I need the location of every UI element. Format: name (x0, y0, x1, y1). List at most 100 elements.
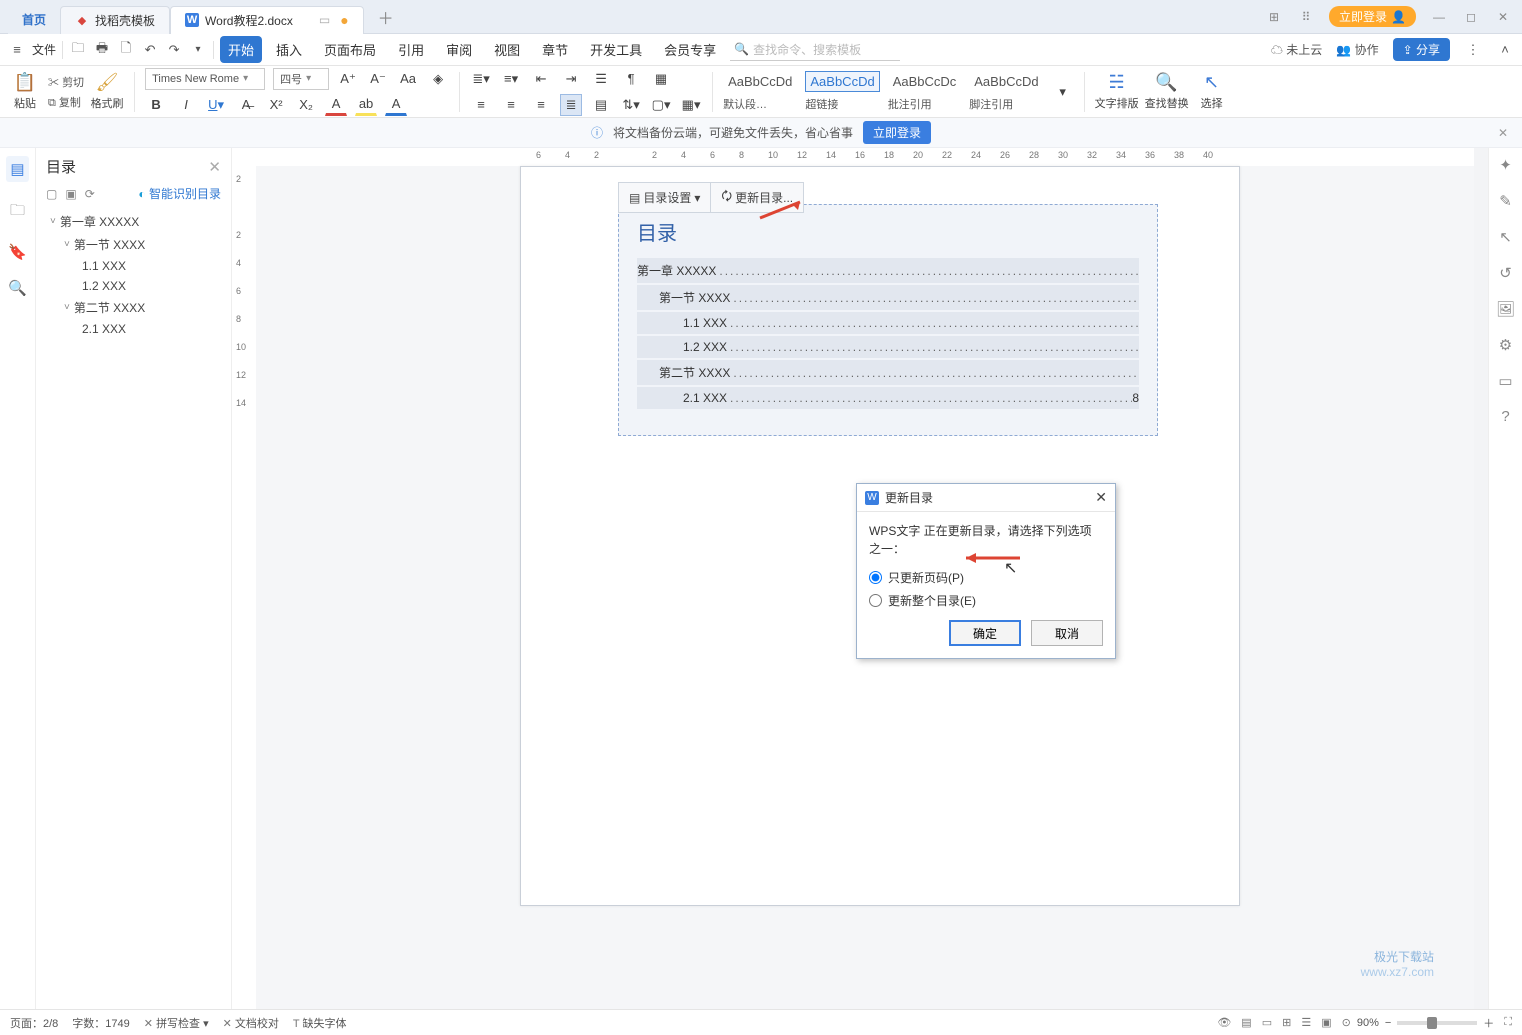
indent-inc-button[interactable]: ⇥ (560, 68, 582, 90)
banner-login-button[interactable]: 立即登录 (863, 121, 931, 144)
toc-block[interactable]: 目录 第一章 XXXXX............................… (618, 204, 1158, 436)
menu-review[interactable]: 审阅 (438, 36, 480, 63)
italic-button[interactable]: I (175, 94, 197, 116)
font-color2-button[interactable]: A (385, 94, 407, 116)
menu-section[interactable]: 章节 (534, 36, 576, 63)
fullscreen-icon[interactable]: ⛶ (1504, 1016, 1512, 1029)
tab-menu-icon[interactable]: ▭ (319, 13, 330, 27)
scrollbar[interactable] (1474, 148, 1488, 1009)
more-icon[interactable]: ⋮ (1464, 42, 1482, 58)
align-left-button[interactable]: ≡ (470, 94, 492, 116)
rail-image-icon[interactable]: 🖼 (1496, 300, 1515, 318)
search-rail-icon[interactable]: 🔍 (8, 279, 27, 297)
smart-toc-button[interactable]: ◐ 智能识别目录 (138, 185, 221, 202)
app-grid-icon[interactable]: ⊞ (1265, 10, 1283, 24)
file-menu[interactable]: 文件 (32, 41, 56, 58)
highlight-button[interactable]: ab (355, 94, 377, 116)
collapse-ribbon-icon[interactable]: ˄ (1496, 42, 1514, 57)
distribute-button[interactable]: ▤ (590, 94, 612, 116)
paste-button[interactable]: 📋粘贴 (8, 69, 42, 115)
zoom-control[interactable]: ⊙ 90% − ＋ (1342, 1015, 1495, 1031)
rail-help-icon[interactable]: ? (1501, 408, 1509, 425)
not-cloud[interactable]: ☁ 未上云 (1271, 41, 1322, 58)
change-case-button[interactable]: Aa (397, 68, 419, 90)
nav-item[interactable]: ˅第一章 XXXXX (46, 210, 221, 233)
text-layout-button[interactable]: ☵文字排版 (1095, 69, 1139, 115)
save-icon[interactable]: 🗀 (69, 39, 87, 61)
rail-history-icon[interactable]: ↺ (1499, 264, 1512, 282)
font-size-select[interactable]: 四号▾ (273, 68, 329, 90)
font-family-select[interactable]: Times New Rome▾ (145, 68, 265, 90)
font-color-button[interactable]: A (325, 94, 347, 116)
view-page-icon[interactable]: ▤ (1241, 1016, 1251, 1029)
numbering-button[interactable]: ≡▾ (500, 68, 522, 90)
align-center-button[interactable]: ≡ (500, 94, 522, 116)
nav-pane-icon[interactable]: ▤ (6, 156, 28, 182)
clear-format-button[interactable]: ◈ (427, 68, 449, 90)
redo-icon[interactable]: ↷ (165, 42, 183, 58)
menu-layout[interactable]: 页面布局 (316, 36, 384, 63)
superscript-button[interactable]: X² (265, 94, 287, 116)
cancel-button[interactable]: 取消 (1031, 620, 1103, 646)
toc-line[interactable]: 1.2 XXX.................................… (637, 336, 1139, 358)
toc-line[interactable]: 1.1 XXX.................................… (637, 312, 1139, 334)
bold-button[interactable]: B (145, 94, 167, 116)
style-more-button[interactable]: ▾ (1052, 81, 1074, 103)
missing-font[interactable]: T 缺失字体 (293, 1015, 347, 1031)
toc-line[interactable]: 第一章 XXXXX...............................… (637, 258, 1139, 283)
ok-button[interactable]: 确定 (949, 620, 1021, 646)
style-hyperlink[interactable]: AaBbCcDd超链接 (805, 71, 879, 112)
preview-icon[interactable]: 🗋 (117, 39, 135, 61)
zoom-in-button[interactable]: ＋ (1483, 1015, 1494, 1031)
subscript-button[interactable]: X₂ (295, 94, 317, 116)
underline-button[interactable]: U▾ (205, 94, 227, 116)
undo-icon[interactable]: ↶ (141, 42, 159, 58)
menu-start[interactable]: 开始 (220, 36, 262, 63)
menu-member[interactable]: 会员专享 (656, 36, 724, 63)
dropdown-icon[interactable]: ▾ (189, 44, 207, 55)
menu-view[interactable]: 视图 (486, 36, 528, 63)
toc-line[interactable]: 第二节 XXXX................................… (637, 360, 1139, 385)
share-button[interactable]: ⇪ 分享 (1393, 38, 1450, 61)
toc-line[interactable]: 第一节 XXXX................................… (637, 285, 1139, 310)
view-read-icon[interactable]: ▭ (1262, 1016, 1272, 1029)
nav-item[interactable]: ˅第二节 XXXX (46, 296, 221, 319)
rail-pen-icon[interactable]: ✎ (1499, 192, 1512, 210)
strike-button[interactable]: A̶ (235, 94, 257, 116)
rail-book-icon[interactable]: ▭ (1498, 372, 1512, 390)
search-command[interactable]: 🔍 查找命令、搜索模板 (730, 39, 900, 61)
chevron-down-icon[interactable]: ˅ (64, 302, 70, 313)
banner-close-button[interactable]: ✕ (1498, 126, 1508, 140)
format-painter-button[interactable]: 🖌格式刷 (90, 69, 124, 115)
collab[interactable]: 👥 协作 (1336, 41, 1378, 58)
zoom-out-button[interactable]: − (1385, 1017, 1391, 1029)
zoom-fit-icon[interactable]: ⊙ (1342, 1016, 1351, 1029)
radio-pages[interactable] (869, 571, 882, 584)
nav-item[interactable]: 1.2 XXX (46, 276, 221, 296)
nav-item[interactable]: ˅第一节 XXXX (46, 233, 221, 256)
tab-document[interactable]: W Word教程2.docx ▭ ● (170, 6, 364, 34)
rail-cursor-icon[interactable]: ↖ (1499, 228, 1512, 246)
minimize-button[interactable]: — (1430, 10, 1448, 24)
indent-dec-button[interactable]: ⇤ (530, 68, 552, 90)
style-default[interactable]: AaBbCcDd默认段… (723, 71, 797, 112)
border-button[interactable]: ▦ (650, 68, 672, 90)
rail-sparkle-icon[interactable]: ✦ (1499, 156, 1512, 174)
chevron-down-icon[interactable]: ˅ (50, 216, 56, 227)
rail-gear-icon[interactable]: ⚙ (1499, 336, 1512, 354)
print-icon[interactable]: 🖶 (93, 39, 111, 61)
toc-line[interactable]: 2.1 XXX.................................… (637, 387, 1139, 409)
radio-all[interactable] (869, 594, 882, 607)
eye-icon[interactable]: 👁 (1217, 1016, 1231, 1029)
status-words[interactable]: 字数：1749 (72, 1015, 129, 1031)
tab-template[interactable]: ◆ 找稻壳模板 (60, 6, 170, 34)
copy-button[interactable]: ⧉ 复制 (48, 94, 84, 110)
menu-icon[interactable]: ≡ (8, 42, 26, 57)
dialog-close-button[interactable]: ✕ (1095, 489, 1107, 506)
view-web-icon[interactable]: ⊞ (1282, 1016, 1291, 1029)
proof-toggle[interactable]: ✕ 文档校对 (223, 1015, 279, 1031)
nav-close-icon[interactable]: ✕ (208, 158, 221, 176)
view-focus-icon[interactable]: ▣ (1321, 1016, 1331, 1029)
nav-refresh-icon[interactable]: ⟳ (85, 187, 95, 201)
app-menu-icon[interactable]: ⠿ (1297, 10, 1315, 24)
